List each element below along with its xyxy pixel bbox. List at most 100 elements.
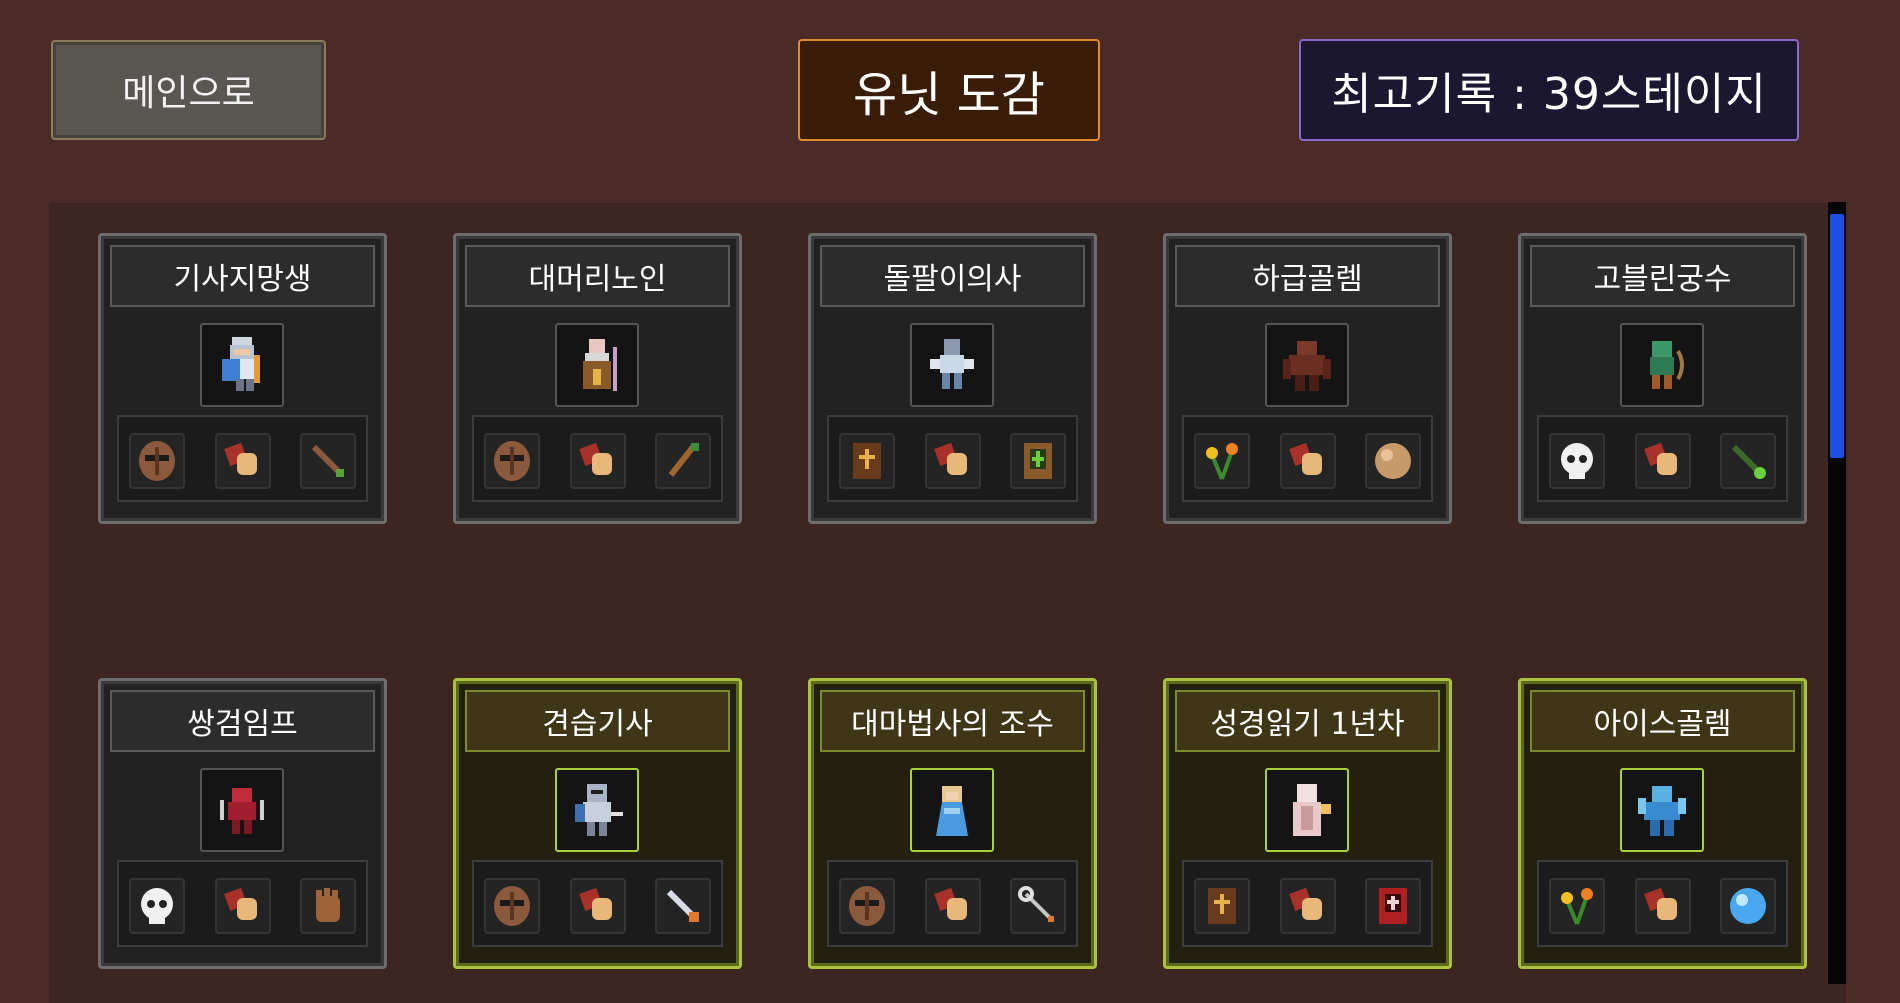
- unit-card[interactable]: 고블린궁수: [1518, 233, 1807, 524]
- unit-items: [827, 415, 1078, 502]
- item-slot[interactable]: [484, 878, 540, 934]
- item-slot[interactable]: [1635, 878, 1691, 934]
- unit-items: [472, 415, 723, 502]
- quack-doctor-icon: [930, 339, 974, 389]
- archmage-assistant-icon: [936, 786, 968, 836]
- unit-collection-screen: 메인으로 유닛 도감 최고기록 : 39스테이지 기사지망생 대머리노인 돌팔이…: [0, 0, 1900, 1003]
- mask-icon: [494, 441, 530, 481]
- unit-portrait: [555, 768, 639, 852]
- unit-name: 고블린궁수: [1530, 245, 1795, 307]
- unit-items: [472, 860, 723, 947]
- item-slot[interactable]: [1720, 878, 1776, 934]
- unit-name: 하급골렘: [1175, 245, 1440, 307]
- unit-name: 성경읽기 1년차: [1175, 690, 1440, 752]
- bandage-icon: [1644, 887, 1677, 920]
- unit-items: [1182, 415, 1433, 502]
- bandage-icon: [1289, 442, 1322, 475]
- unit-portrait: [1265, 323, 1349, 407]
- item-slot[interactable]: [655, 433, 711, 489]
- unit-card[interactable]: 돌팔이의사: [808, 233, 1097, 524]
- unit-items: [1182, 860, 1433, 947]
- item-slot[interactable]: [1635, 433, 1691, 489]
- unit-name: 돌팔이의사: [820, 245, 1085, 307]
- unit-items: [827, 860, 1078, 947]
- bible-reader-icon: [1293, 784, 1331, 836]
- item-slot[interactable]: [655, 878, 711, 934]
- item-slot[interactable]: [839, 433, 895, 489]
- item-slot[interactable]: [1194, 433, 1250, 489]
- item-slot[interactable]: [129, 433, 185, 489]
- staff-icon: [668, 443, 699, 477]
- best-record-badge: 최고기록 : 39스테이지: [1299, 39, 1799, 141]
- lesser-golem-icon: [1283, 341, 1331, 391]
- item-slot[interactable]: [925, 878, 981, 934]
- item-slot[interactable]: [300, 433, 356, 489]
- item-slot[interactable]: [215, 433, 271, 489]
- unit-items: [1537, 415, 1788, 502]
- bandage-icon: [1289, 887, 1322, 920]
- bandage-icon: [934, 887, 967, 920]
- bandage-icon: [579, 887, 612, 920]
- unit-card[interactable]: 하급골렘: [1163, 233, 1452, 524]
- steel-sword-icon: [666, 889, 699, 922]
- flower-icon: [1561, 888, 1593, 925]
- bald-elder-icon: [583, 339, 617, 391]
- skull-icon: [1561, 443, 1593, 479]
- knight-trainee-icon: [222, 337, 260, 391]
- item-slot[interactable]: [925, 433, 981, 489]
- unit-card[interactable]: 쌍검임프: [98, 678, 387, 969]
- unit-name: 아이스골렘: [1530, 690, 1795, 752]
- green-book-icon: [1024, 443, 1052, 479]
- unit-name: 견습기사: [465, 690, 730, 752]
- item-slot[interactable]: [1010, 433, 1066, 489]
- bandage-icon: [934, 442, 967, 475]
- ice-golem-icon: [1638, 786, 1686, 836]
- unit-portrait: [555, 323, 639, 407]
- bandage-icon: [1644, 442, 1677, 475]
- item-slot[interactable]: [1010, 878, 1066, 934]
- unit-name: 기사지망생: [110, 245, 375, 307]
- item-slot[interactable]: [839, 878, 895, 934]
- unit-portrait: [1620, 768, 1704, 852]
- unit-items: [1537, 860, 1788, 947]
- unit-card[interactable]: 아이스골렘: [1518, 678, 1807, 969]
- item-slot[interactable]: [1549, 433, 1605, 489]
- unit-card[interactable]: 대마법사의 조수: [808, 678, 1097, 969]
- flower-icon: [1206, 443, 1238, 480]
- item-slot[interactable]: [129, 878, 185, 934]
- sword-icon: [311, 444, 344, 477]
- scepter-icon: [1018, 886, 1054, 922]
- item-slot[interactable]: [1280, 433, 1336, 489]
- apprentice-knight-icon: [575, 784, 623, 836]
- item-slot[interactable]: [1194, 878, 1250, 934]
- item-slot[interactable]: [215, 878, 271, 934]
- skull-icon: [141, 888, 173, 924]
- item-slot[interactable]: [570, 433, 626, 489]
- item-slot[interactable]: [1720, 433, 1776, 489]
- item-slot[interactable]: [570, 878, 626, 934]
- unit-card[interactable]: 기사지망생: [98, 233, 387, 524]
- wand-icon: [1731, 444, 1766, 479]
- item-slot[interactable]: [1549, 878, 1605, 934]
- unit-portrait: [200, 323, 284, 407]
- item-slot[interactable]: [1365, 433, 1421, 489]
- unit-name: 대마법사의 조수: [820, 690, 1085, 752]
- glove-icon: [316, 888, 340, 922]
- unit-portrait: [910, 768, 994, 852]
- unit-card[interactable]: 성경읽기 1년차: [1163, 678, 1452, 969]
- unit-items: [117, 415, 368, 502]
- stone-icon: [1375, 443, 1411, 479]
- unit-card[interactable]: 대머리노인: [453, 233, 742, 524]
- back-to-main-button[interactable]: 메인으로: [51, 40, 326, 140]
- mask-icon: [849, 886, 885, 926]
- unit-card[interactable]: 견습기사: [453, 678, 742, 969]
- red-book-icon: [1379, 888, 1407, 924]
- scrollbar-thumb[interactable]: [1830, 214, 1844, 458]
- holy-book-icon: [853, 443, 881, 479]
- item-slot[interactable]: [1365, 878, 1421, 934]
- unit-portrait: [910, 323, 994, 407]
- item-slot[interactable]: [484, 433, 540, 489]
- item-slot[interactable]: [300, 878, 356, 934]
- bandage-icon: [224, 887, 257, 920]
- item-slot[interactable]: [1280, 878, 1336, 934]
